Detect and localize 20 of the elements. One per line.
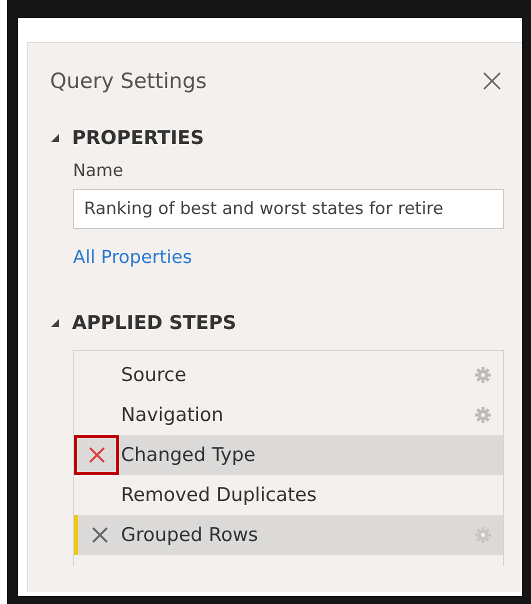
step-item[interactable]: Navigation [74,395,503,435]
step-item[interactable]: Grouped Rows [74,515,503,555]
step-label: Changed Type [121,444,256,466]
section-heading: PROPERTIES [72,127,204,149]
step-label: Navigation [121,404,224,426]
delete-icon[interactable] [86,445,106,465]
delete-icon[interactable] [90,525,110,545]
step-item[interactable]: Source [74,355,503,395]
field-label: Name [73,161,124,181]
step-label: Removed Duplicates [121,484,318,506]
collapse-triangle-icon[interactable] [50,133,60,143]
step-label: Grouped Rows [121,524,260,546]
name-input-field[interactable]: Ranking of best and worst states for retire [73,189,504,229]
collapse-triangle-icon[interactable] [50,318,60,328]
panel-title: Query Settings [50,69,207,93]
all-properties-link[interactable]: All Properties [73,247,192,268]
step-label: Source [121,364,188,386]
section-heading: APPLIED STEPS [72,312,236,334]
step-item[interactable]: Removed Duplicates [74,475,503,515]
step-item[interactable]: Changed Type [74,435,503,475]
